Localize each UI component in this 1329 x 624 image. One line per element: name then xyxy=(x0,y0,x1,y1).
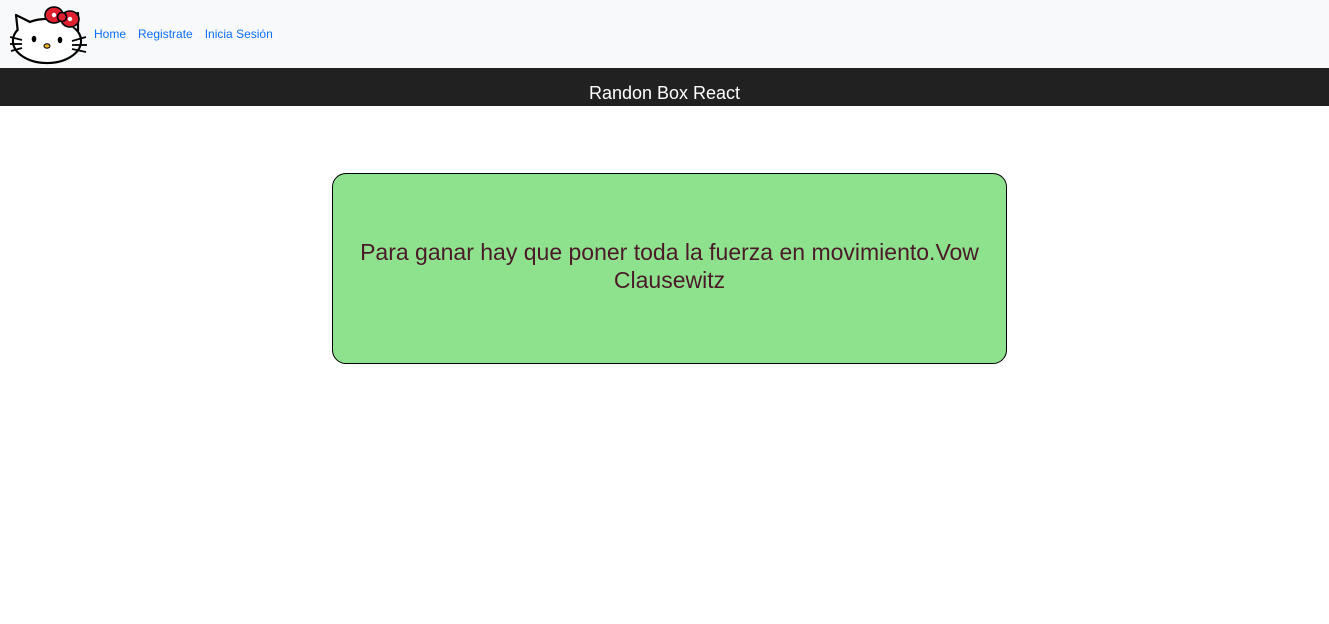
nav-links: Home Registrate Inicia Sesión xyxy=(94,26,285,42)
header-bar: Randon Box React xyxy=(0,68,1329,106)
page-title: Randon Box React xyxy=(588,83,741,103)
nav-link-registrate[interactable]: Registrate xyxy=(138,26,193,42)
quote-text: Para ganar hay que poner toda la fuerza … xyxy=(360,238,979,293)
top-navbar: Home Registrate Inicia Sesión xyxy=(0,0,1329,68)
nav-link-home[interactable]: Home xyxy=(94,26,126,42)
hello-kitty-logo-icon[interactable] xyxy=(10,3,88,65)
nav-link-inicia-sesion[interactable]: Inicia Sesión xyxy=(205,26,273,42)
quote-box[interactable]: Para ganar hay que poner toda la fuerza … xyxy=(332,173,1007,364)
